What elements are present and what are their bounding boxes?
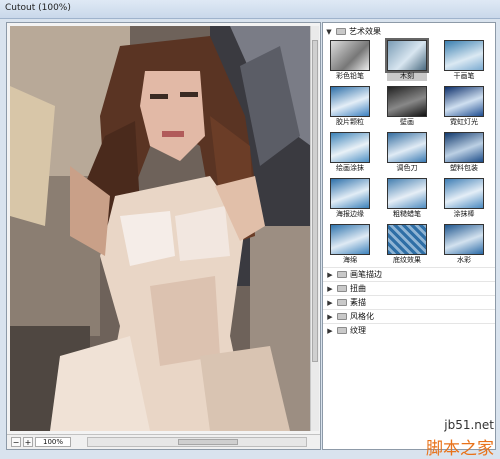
preview-statusbar: − + 100% (7, 434, 320, 449)
folder-icon (337, 313, 347, 320)
filter-thumb-label: 调色刀 (396, 164, 418, 172)
folder-label: 艺术效果 (349, 27, 381, 36)
title-bar: Cutout (100%) (0, 0, 500, 19)
preview-image[interactable] (10, 26, 311, 431)
folder-icon (337, 271, 347, 278)
filter-thumb-image (387, 132, 427, 163)
preview-pane[interactable]: − + 100% (6, 22, 321, 450)
watermark: jb51.net 脚本之家 (376, 418, 494, 459)
window-title: Cutout (100%) (5, 3, 71, 13)
filter-thumb[interactable]: 涂抹棒 (444, 178, 484, 219)
category-stylize[interactable]: ▶ 风格化 (323, 309, 495, 323)
filter-thumb[interactable]: 调色刀 (387, 132, 427, 173)
chevron-right-icon: ▶ (327, 312, 333, 321)
filter-thumb[interactable]: 绘画涂抹 (330, 132, 370, 173)
watermark-site: jb51.net (444, 418, 494, 432)
cutout-photo (10, 26, 311, 431)
filter-thumb-image (387, 86, 427, 117)
chevron-right-icon: ▶ (327, 284, 333, 293)
filter-thumb-image (385, 38, 429, 73)
category-label: 画笔描边 (350, 270, 382, 279)
filter-thumb-image (387, 224, 427, 255)
folder-icon (337, 285, 347, 292)
filter-thumb-label: 底纹效果 (393, 256, 421, 264)
filter-thumb-image (330, 178, 370, 209)
filter-thumb[interactable]: 海绵 (330, 224, 370, 265)
category-sketch[interactable]: ▶ 素描 (323, 295, 495, 309)
filter-thumb-label: 干画笔 (453, 72, 475, 80)
vertical-scrollbar[interactable] (310, 26, 319, 431)
filter-thumb-label: 壁画 (400, 118, 414, 126)
category-distort[interactable]: ▶ 扭曲 (323, 281, 495, 295)
horizontal-scrollbar[interactable] (87, 437, 307, 447)
category-label: 风格化 (350, 312, 374, 321)
filter-thumb-image (387, 178, 427, 209)
filter-thumb[interactable]: 塑料包装 (444, 132, 484, 173)
filter-thumb[interactable]: 海报边缘 (330, 178, 370, 219)
filter-thumb-label: 粗糙蜡笔 (393, 210, 421, 218)
filter-thumb-image (330, 40, 370, 71)
filter-thumb-label: 涂抹棒 (453, 210, 475, 218)
filter-thumb-label: 海绵 (343, 256, 357, 264)
filter-gallery-panel: ▼ 艺术效果 彩色铅笔 木刻 干画笔 胶片颗粒 壁画 霓虹灯光 绘画涂抹 调色刀… (322, 22, 496, 450)
filter-thumb-label: 霓虹灯光 (450, 118, 478, 126)
filter-thumb-image (330, 224, 370, 255)
filter-thumb[interactable]: 彩色铅笔 (330, 40, 370, 81)
filter-thumb-image (444, 178, 484, 209)
filter-thumb-label: 水彩 (457, 256, 471, 264)
category-texture[interactable]: ▶ 纹理 (323, 323, 495, 337)
chevron-right-icon: ▶ (327, 270, 333, 279)
filter-thumb[interactable]: 水彩 (444, 224, 484, 265)
folder-icon (337, 299, 347, 306)
zoom-out-button[interactable]: − (11, 437, 21, 447)
filter-thumb-label: 塑料包装 (450, 164, 478, 172)
filter-thumb[interactable]: 壁画 (387, 86, 427, 127)
chevron-right-icon: ▶ (327, 298, 333, 307)
category-label: 扭曲 (350, 284, 366, 293)
folder-icon (337, 327, 347, 334)
chevron-right-icon: ▶ (327, 326, 333, 335)
filter-thumb[interactable]: 霓虹灯光 (444, 86, 484, 127)
filter-thumb-image (444, 86, 484, 117)
filter-thumb-label: 彩色铅笔 (336, 72, 364, 80)
category-label: 素描 (350, 298, 366, 307)
filter-thumb-image (330, 132, 370, 163)
folder-header-artistic[interactable]: ▼ 艺术效果 (325, 25, 381, 38)
filter-thumb-selected[interactable]: 木刻 (385, 38, 429, 81)
filter-thumb-image (444, 224, 484, 255)
zoom-in-button[interactable]: + (23, 437, 33, 447)
category-label: 纹理 (350, 326, 366, 335)
chevron-down-icon: ▼ (326, 27, 332, 36)
watermark-name: 脚本之家 (426, 439, 494, 459)
zoom-level-field[interactable]: 100% (35, 437, 71, 447)
filter-thumb-image (330, 86, 370, 117)
filter-thumb-label: 胶片颗粒 (336, 118, 364, 126)
filter-thumb-image (444, 132, 484, 163)
horizontal-scroll-thumb[interactable] (178, 439, 238, 445)
filter-thumb[interactable]: 干画笔 (444, 40, 484, 81)
filter-thumb-label: 木刻 (400, 72, 414, 80)
vertical-scroll-thumb[interactable] (312, 40, 318, 362)
folder-icon (336, 28, 346, 35)
filter-thumb-image (444, 40, 484, 71)
filter-thumb-label: 绘画涂抹 (336, 164, 364, 172)
filter-thumb-label: 海报边缘 (336, 210, 364, 218)
filter-thumb[interactable]: 粗糙蜡笔 (387, 178, 427, 219)
filter-thumb[interactable]: 底纹效果 (387, 224, 427, 265)
filter-thumb[interactable]: 胶片颗粒 (330, 86, 370, 127)
category-brush-strokes[interactable]: ▶ 画笔描边 (323, 267, 495, 281)
